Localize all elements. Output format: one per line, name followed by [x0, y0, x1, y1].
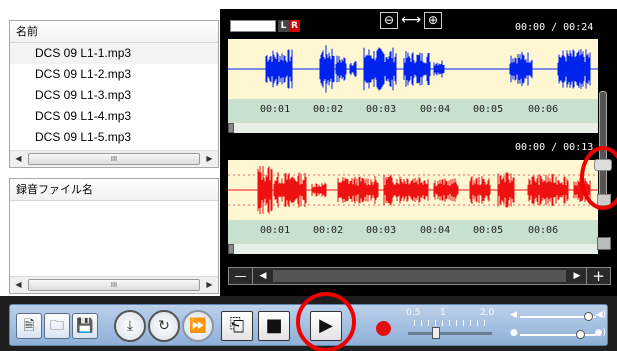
tick-label: 00:04	[420, 225, 451, 236]
file-list: 名前 DCS 09 L1-1.mp3 DCS 09 L1-2.mp3 DCS 0…	[9, 20, 219, 168]
top-waveform[interactable]	[228, 39, 598, 99]
tick-label: 00:05	[473, 104, 504, 115]
zoom-minus-icon[interactable]: —	[229, 268, 253, 284]
level-meter	[230, 20, 276, 32]
scroll-left-icon[interactable]: ◀	[10, 277, 27, 293]
scroll-right-icon[interactable]: ▶	[201, 277, 218, 293]
editor-scroll-track[interactable]	[273, 270, 566, 282]
waveform-editor: LR ⊖ ⟷ ⊕ 00:00 / 00:24 00:01 00:02 00:03…	[220, 9, 617, 296]
bottom-waveform-svg	[228, 166, 598, 214]
list-item[interactable]: DCS 09 L1-5.mp3	[10, 127, 218, 148]
save-button[interactable]: 💾	[72, 313, 98, 339]
file-list-header[interactable]: 名前	[10, 21, 218, 43]
channel-indicator: LR	[278, 20, 300, 32]
tick-label: 00:06	[528, 225, 559, 236]
scroll-right-icon[interactable]: ▶	[568, 268, 586, 284]
zoom-plus-icon[interactable]: +	[586, 268, 610, 284]
open-folder-button[interactable]: 🗀	[44, 313, 70, 339]
tick-label: 00:06	[528, 104, 559, 115]
record-volume-slider[interactable]	[599, 91, 607, 201]
speed-max-label: 2.0	[480, 308, 495, 318]
list-item[interactable]: DCS 09 L1-3.mp3	[10, 85, 218, 106]
play-from-mark-button[interactable]: ⤓	[114, 310, 146, 342]
tick-label: 00:02	[313, 104, 344, 115]
microphone-icon[interactable]	[597, 194, 611, 206]
bottom-position-slider[interactable]	[228, 244, 598, 254]
speed-knob[interactable]	[432, 327, 440, 339]
speed-ticks	[414, 320, 486, 326]
recording-list-header[interactable]: 録音ファイル名	[10, 179, 218, 201]
stop-button[interactable]: ■	[258, 311, 290, 341]
bottom-track-time: 00:00 / 00:13	[515, 142, 594, 153]
recording-list: 録音ファイル名 ◀ III ▶	[9, 178, 219, 294]
zoom-out-icon[interactable]: ⊖	[380, 11, 398, 29]
play-button[interactable]: ▶	[310, 311, 342, 341]
scroll-left-icon[interactable]: ◀	[10, 151, 27, 167]
zoom-in-icon[interactable]: ⊕	[424, 11, 442, 29]
person-icon: ●	[510, 328, 518, 338]
record-button[interactable]	[376, 321, 391, 336]
balance-slider[interactable]: ● ●)	[510, 328, 606, 341]
bottom-toolbar: 🗎 🗀 💾 ⤓ ↻ ⏩ ⎗ ■ ▶ 0.5 1 2.0 ◀ ◀) ● ●)	[0, 296, 617, 351]
tick-label: 00:01	[260, 104, 291, 115]
top-position-slider[interactable]	[228, 123, 598, 133]
recording-list-scrollbar[interactable]: ◀ III ▶	[10, 276, 218, 293]
scroll-thumb[interactable]: III	[28, 279, 200, 291]
volume-knob[interactable]	[584, 312, 593, 321]
tick-label: 00:03	[366, 225, 397, 236]
record-volume-knob[interactable]	[594, 159, 612, 171]
scroll-thumb[interactable]: III	[28, 153, 200, 165]
return-to-start-button[interactable]: ⎗	[221, 311, 253, 341]
top-time-ruler: 00:01 00:02 00:03 00:04 00:05 00:06	[228, 99, 598, 123]
tick-label: 00:05	[473, 225, 504, 236]
speed-mid-label: 1	[440, 308, 446, 318]
speed-min-label: 0.5	[406, 308, 421, 318]
toolbar-panel: 🗎 🗀 💾 ⤓ ↻ ⏩ ⎗ ■ ▶ 0.5 1 2.0 ◀ ◀) ● ●)	[9, 304, 608, 346]
slider-knob[interactable]	[228, 244, 234, 254]
left-panel: 名前 DCS 09 L1-1.mp3 DCS 09 L1-2.mp3 DCS 0…	[0, 0, 220, 296]
zoom-range-icon: ⟷	[400, 11, 422, 28]
repeat-button[interactable]: ↻	[148, 310, 180, 342]
top-track-time: 00:00 / 00:24	[515, 22, 594, 33]
bottom-time-ruler: 00:01 00:02 00:03 00:04 00:05 00:06	[228, 220, 598, 244]
scroll-left-icon[interactable]: ◀	[254, 268, 272, 284]
right-channel-label: R	[289, 20, 300, 32]
top-waveform-svg	[228, 45, 598, 93]
save-recording-icon[interactable]	[597, 237, 611, 250]
person-voice-icon: ●)	[594, 328, 606, 338]
speaker-icon: ◀	[510, 310, 517, 320]
speaker-loud-icon: ◀)	[595, 310, 606, 320]
speed-slider[interactable]: 0.5 1 2.0	[400, 308, 500, 344]
left-channel-label: L	[278, 20, 289, 32]
playback-volume-slider[interactable]: ◀ ◀)	[510, 310, 606, 323]
speed-track[interactable]	[408, 332, 492, 335]
list-item[interactable]: DCS 09 L1-4.mp3	[10, 106, 218, 127]
fast-forward-button[interactable]: ⏩	[182, 310, 214, 342]
list-item[interactable]: DCS 09 L1-2.mp3	[10, 64, 218, 85]
zoom-controls: ⊖ ⟷ ⊕	[380, 11, 442, 29]
bottom-waveform[interactable]	[228, 160, 598, 220]
slider-knob[interactable]	[228, 123, 234, 133]
tick-label: 00:01	[260, 225, 291, 236]
file-list-scrollbar[interactable]: ◀ III ▶	[10, 150, 218, 167]
editor-scrollbar[interactable]: — ◀ ▶ +	[228, 267, 611, 285]
scroll-right-icon[interactable]: ▶	[201, 151, 218, 167]
tick-label: 00:02	[313, 225, 344, 236]
balance-knob[interactable]	[576, 330, 585, 339]
new-file-button[interactable]: 🗎	[16, 313, 42, 339]
tick-label: 00:03	[366, 104, 397, 115]
tick-label: 00:04	[420, 104, 451, 115]
list-item[interactable]: DCS 09 L1-1.mp3	[10, 43, 218, 64]
